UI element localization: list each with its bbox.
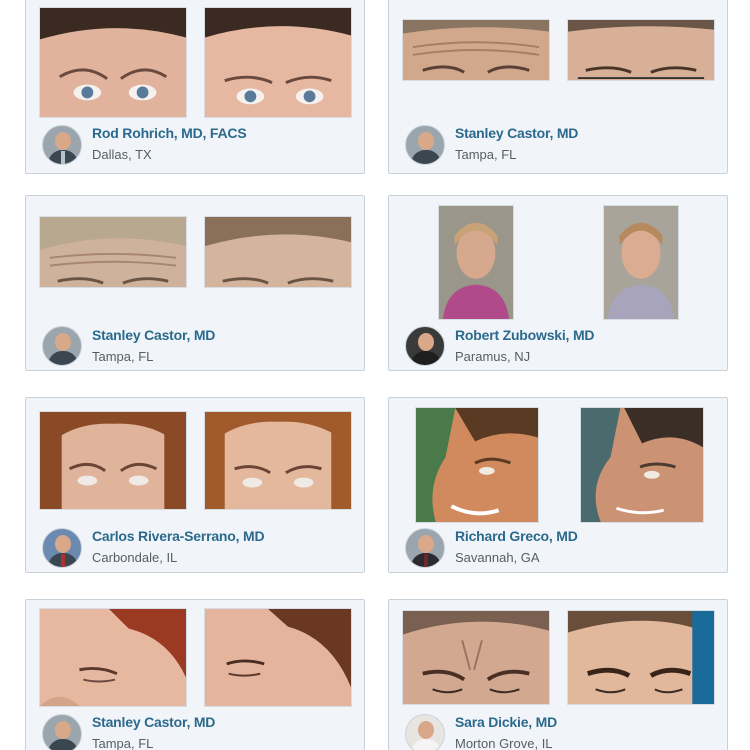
gallery-card[interactable]: Rod Rohrich, MD, FACS Dallas, TX — [25, 0, 365, 174]
gallery-card[interactable]: Robert Zubowski, MD Paramus, NJ — [388, 195, 728, 371]
gallery-card[interactable]: Richard Greco, MD Savannah, GA — [388, 397, 728, 573]
doctor-name-link[interactable]: Rod Rohrich, MD, FACS — [92, 125, 247, 141]
before-photo[interactable] — [438, 205, 514, 320]
before-photo[interactable] — [415, 407, 539, 523]
doctor-name-link[interactable]: Richard Greco, MD — [455, 528, 578, 544]
before-photo[interactable] — [39, 411, 187, 510]
doctor-name-link[interactable]: Stanley Castor, MD — [455, 125, 578, 141]
doctor-location: Tampa, FL — [92, 349, 154, 364]
after-photo[interactable] — [204, 7, 352, 118]
after-photo[interactable] — [567, 19, 715, 81]
after-photo[interactable] — [580, 407, 704, 523]
doctor-location: Savannah, GA — [455, 550, 540, 565]
after-photo[interactable] — [204, 216, 352, 288]
doctor-avatar[interactable] — [42, 528, 82, 568]
gallery-card[interactable]: Sara Dickie, MD Morton Grove, IL — [388, 599, 728, 750]
doctor-name-link[interactable]: Carlos Rivera-Serrano, MD — [92, 528, 265, 544]
doctor-avatar[interactable] — [405, 528, 445, 568]
doctor-location: Tampa, FL — [92, 736, 154, 750]
after-photo[interactable] — [567, 610, 715, 705]
gallery-card[interactable]: Stanley Castor, MD Tampa, FL — [388, 0, 728, 174]
doctor-avatar[interactable] — [405, 125, 445, 165]
doctor-location: Carbondale, IL — [92, 550, 178, 565]
doctor-location: Tampa, FL — [455, 147, 517, 162]
gallery-card[interactable]: Stanley Castor, MD Tampa, FL — [25, 195, 365, 371]
after-photo[interactable] — [603, 205, 679, 320]
before-after-gallery: Rod Rohrich, MD, FACS Dallas, TX Stanley… — [0, 0, 750, 750]
doctor-avatar[interactable] — [42, 326, 82, 366]
doctor-avatar[interactable] — [42, 125, 82, 165]
doctor-name-link[interactable]: Sara Dickie, MD — [455, 714, 557, 730]
doctor-avatar[interactable] — [405, 714, 445, 750]
before-photo[interactable] — [39, 608, 187, 707]
after-photo[interactable] — [204, 608, 352, 707]
gallery-card[interactable]: Carlos Rivera-Serrano, MD Carbondale, IL — [25, 397, 365, 573]
doctor-location: Dallas, TX — [92, 147, 152, 162]
doctor-location: Morton Grove, IL — [455, 736, 553, 750]
before-photo[interactable] — [39, 216, 187, 288]
before-photo[interactable] — [39, 7, 187, 118]
doctor-avatar[interactable] — [42, 714, 82, 750]
doctor-name-link[interactable]: Stanley Castor, MD — [92, 714, 215, 730]
doctor-name-link[interactable]: Robert Zubowski, MD — [455, 327, 595, 343]
doctor-name-link[interactable]: Stanley Castor, MD — [92, 327, 215, 343]
before-photo[interactable] — [402, 19, 550, 81]
before-photo[interactable] — [402, 610, 550, 705]
doctor-location: Paramus, NJ — [455, 349, 531, 364]
after-photo[interactable] — [204, 411, 352, 510]
doctor-avatar[interactable] — [405, 326, 445, 366]
gallery-card[interactable]: Stanley Castor, MD Tampa, FL — [25, 599, 365, 750]
